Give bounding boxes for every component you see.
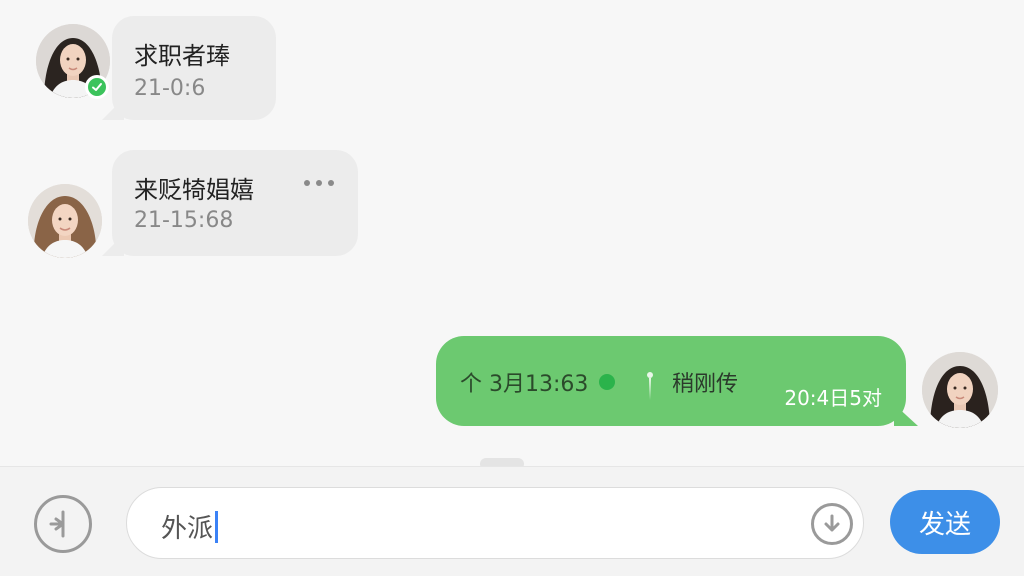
sender-name: 求职者琫 [134, 42, 230, 70]
check-icon [92, 83, 102, 91]
bubble-tail [102, 98, 124, 120]
voice-button[interactable] [34, 495, 92, 553]
outgoing-message-text: 个 3月13:63 [460, 372, 589, 397]
pin-icon [647, 372, 653, 400]
incoming-message-bubble[interactable]: 来贬犄娼嬉 21-15:68 [102, 150, 358, 256]
send-button[interactable]: 发送 [890, 490, 1000, 554]
text-caret [215, 510, 219, 543]
more-icon[interactable] [304, 180, 334, 186]
status-dot [599, 374, 615, 390]
avatar[interactable] [28, 184, 102, 258]
avatar-portrait [28, 184, 102, 258]
verified-badge [85, 75, 109, 99]
emoji-button[interactable] [811, 503, 853, 545]
message-time: 21-0:6 [134, 76, 206, 101]
outgoing-message-bubble[interactable]: 个 3月13:63 稍刚传 20:4日5对 [436, 336, 918, 426]
outgoing-message-label: 稍刚传 [672, 372, 739, 397]
chat-area[interactable]: 求职者琫 21-0:6 来贬犄娼嬉 21-15:68 个 3月13:63 稍刚传… [0, 0, 1024, 470]
bubble-tail [102, 234, 124, 256]
incoming-message-bubble[interactable]: 求职者琫 21-0:6 [102, 16, 276, 120]
my-avatar[interactable] [922, 352, 998, 428]
message-input-value: 外派 [161, 508, 219, 545]
sender-name: 来贬犄娼嬉 [134, 176, 254, 204]
message-input[interactable]: 外派 [126, 487, 864, 559]
bubble-tail [894, 404, 918, 426]
emoji-icon [824, 514, 840, 532]
input-text: 外派 [161, 514, 214, 544]
input-bar: 外派 发送 [0, 466, 1024, 576]
outgoing-message-time: 20:4日5对 [784, 386, 882, 410]
avatar-portrait [922, 352, 998, 428]
voice-icon [49, 510, 65, 538]
message-time: 21-15:68 [134, 208, 234, 233]
